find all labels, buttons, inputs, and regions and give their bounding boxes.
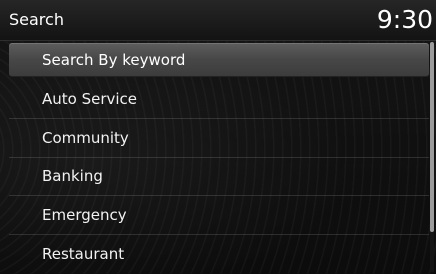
menu-item-banking[interactable]: Banking bbox=[9, 158, 429, 196]
screen-title: Search bbox=[9, 10, 64, 29]
menu-item-label: Emergency bbox=[42, 205, 127, 224]
menu-item-emergency[interactable]: Emergency bbox=[9, 196, 429, 235]
menu-item-auto-service[interactable]: Auto Service bbox=[9, 81, 429, 119]
menu-item-label: Search By keyword bbox=[42, 50, 186, 69]
scrollbar-thumb[interactable] bbox=[430, 42, 434, 232]
menu-item-restaurant[interactable]: Restaurant bbox=[9, 235, 429, 274]
search-screen: Search 9:30 Search By keyword Auto Servi… bbox=[0, 0, 436, 274]
menu-item-community[interactable]: Community bbox=[9, 119, 429, 158]
menu-item-search-by-keyword[interactable]: Search By keyword bbox=[9, 43, 429, 77]
menu-item-label: Banking bbox=[42, 167, 103, 186]
search-menu-list: Search By keyword Auto Service Community… bbox=[9, 42, 429, 273]
header-bar: Search 9:30 bbox=[0, 0, 436, 41]
clock: 9:30 bbox=[376, 5, 433, 34]
menu-item-label: Restaurant bbox=[42, 244, 125, 263]
menu-item-label: Community bbox=[42, 128, 129, 147]
scrollbar[interactable] bbox=[430, 42, 434, 272]
menu-item-label: Auto Service bbox=[42, 90, 138, 109]
